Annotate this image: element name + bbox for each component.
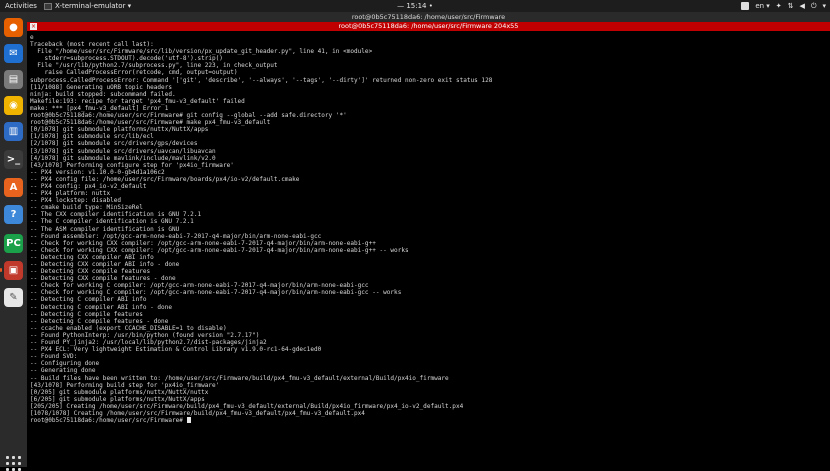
terminal-line: [11/1088] Generating uORB topic headers bbox=[30, 83, 172, 91]
terminal-line: [4/1078] git submodule mavlink/include/m… bbox=[30, 154, 216, 162]
terminal-line: -- Check for working C compiler: /opt/gc… bbox=[30, 282, 369, 290]
terminal-line: -- PX4 ECL: Very lightweight Estimation … bbox=[30, 346, 322, 354]
terminal-line: stderr=subprocess.STDOUT).decode('utf-8'… bbox=[30, 55, 223, 63]
terminal-line: -- Detecting C compiler ABI info bbox=[30, 296, 147, 304]
app-indicator-icon[interactable] bbox=[741, 2, 750, 10]
terminal-line: -- Detecting CXX compile features bbox=[30, 268, 151, 276]
terminal-line: -- Detecting C compile features bbox=[30, 310, 143, 318]
terminal-line: e bbox=[30, 34, 34, 41]
terminal-line: [6/205] git submodule platforms/nuttx/Nu… bbox=[30, 395, 205, 403]
terminal-line: -- cmake build type: MinSizeRel bbox=[30, 204, 143, 212]
show-applications-icon[interactable] bbox=[6, 456, 21, 471]
window-title[interactable]: root@0b5c75118da6: /home/user/src/Firmwa… bbox=[27, 12, 830, 22]
terminal-line: -- Detecting CXX compiler ABI info bbox=[30, 253, 154, 261]
terminal-line: -- Found PY_jinja2: /usr/local/lib/pytho… bbox=[30, 339, 267, 347]
network-icon[interactable]: ⇅ bbox=[788, 0, 794, 12]
terminal-line: -- Configuring done bbox=[30, 360, 100, 368]
app-menu[interactable]: X-terminal-emulator ▾ bbox=[44, 0, 131, 12]
terminal-line: -- Check for working CXX compiler: /opt/… bbox=[30, 246, 409, 254]
terminal-line: ninja: build stopped: subcommand failed. bbox=[30, 90, 176, 98]
terminal-line: -- Detecting C compiler ABI info - done bbox=[30, 303, 172, 311]
chevron-down-icon[interactable]: ▾ bbox=[822, 0, 826, 12]
accessibility-icon[interactable]: ✦ bbox=[776, 0, 782, 12]
terminal-window[interactable]: root@0b5c75118da6: /home/user/src/Firmwa… bbox=[27, 12, 830, 467]
app-menu-label: X-terminal-emulator ▾ bbox=[55, 2, 132, 10]
terminal-line: -- Build files have been written to: /ho… bbox=[30, 374, 449, 382]
terminal-line: subprocess.CalledProcessError: Command '… bbox=[30, 76, 493, 84]
terminal-line: [0/205] git submodule platforms/nuttx/Nu… bbox=[30, 388, 209, 396]
terminal-line: -- Found SVD: bbox=[30, 353, 78, 361]
terminal-tab-bar[interactable]: × root@0b5c75118da6: /home/user/src/Firm… bbox=[27, 22, 830, 31]
terminal-line: root@0b5c75118da6:/home/user/src/Firmwar… bbox=[30, 119, 271, 127]
terminal-cursor bbox=[186, 417, 191, 424]
terminal-line: -- The C compiler identification is GNU … bbox=[30, 218, 194, 226]
terminal-line: -- Check for working C compiler: /opt/gc… bbox=[30, 289, 402, 297]
terminal-line: -- Detecting CXX compile features - done bbox=[30, 275, 176, 283]
close-icon[interactable]: × bbox=[30, 23, 37, 30]
terminal-line: [43/1078] Performing build step for 'px4… bbox=[30, 381, 220, 389]
terminal-line: [43/1078] Performing configure step for … bbox=[30, 161, 234, 169]
terminal-line: [2/1078] git submodule src/drivers/gps/d… bbox=[30, 140, 198, 148]
terminal-line: -- Found assembler: /opt/gcc-arm-none-ea… bbox=[30, 232, 322, 240]
text-editor-icon[interactable]: ✎ bbox=[4, 288, 23, 307]
terminal-line: [1078/1078] Creating /home/user/src/Firm… bbox=[30, 409, 365, 417]
pycharm-icon[interactable]: PC bbox=[4, 234, 23, 253]
terminal-line: -- Generating done bbox=[30, 367, 96, 375]
terminal-line: -- Detecting CXX compiler ABI info - don… bbox=[30, 261, 180, 268]
terminal-line: [3/1078] git submodule src/drivers/uavca… bbox=[30, 147, 216, 155]
terminal-line: [0/1078] git submodule platforms/nuttx/N… bbox=[30, 126, 209, 134]
terminal-line: -- PX4 version: v1.10.0-0-gb4d1a106c2 bbox=[30, 168, 165, 176]
terminal-line: -- Found PythonInterp: /usr/bin/python (… bbox=[30, 331, 260, 339]
terminal-line: -- Check for working CXX compiler: /opt/… bbox=[30, 239, 376, 247]
power-icon[interactable]: ⏻ bbox=[811, 0, 817, 12]
x-terminal-icon[interactable]: ▣ bbox=[0, 261, 23, 280]
system-tray[interactable]: en ▾ ✦ ⇅ ◀ ⏻ ▾ bbox=[741, 0, 826, 12]
terminal-line: make: *** [px4_fmu-v3_default] Error 1 bbox=[30, 104, 169, 112]
terminal-line: File "/home/user/src/Firmware/src/lib/ve… bbox=[30, 48, 373, 56]
language-indicator[interactable]: en ▾ bbox=[755, 0, 769, 12]
terminal-app-icon bbox=[44, 2, 52, 10]
rhythmbox-icon[interactable]: ◉ bbox=[4, 96, 23, 115]
terminal-line: raise CalledProcessError(retcode, cmd, o… bbox=[30, 69, 238, 77]
top-panel: Activities X-terminal-emulator ▾ — 15:14… bbox=[0, 0, 830, 12]
terminal-line: [1/1078] git submodule src/lib/ecl bbox=[30, 133, 154, 141]
terminal-line: -- PX4 config file: /home/user/src/Firmw… bbox=[30, 175, 300, 183]
terminal-line: -- PX4 platform: nuttx bbox=[30, 190, 111, 198]
terminal-line: File "/usr/lib/python2.7/subprocess.py",… bbox=[30, 62, 278, 70]
terminal-line: -- PX4 config: px4_io-v2_default bbox=[30, 182, 147, 190]
terminal-line: root@0b5c75118da6:/home/user/src/Firmwar… bbox=[30, 417, 828, 424]
terminal-line: -- ccache enabled (export CCACHE_DISABLE… bbox=[30, 324, 227, 332]
terminal-line: Makefile:193: recipe for target 'px4_fmu… bbox=[30, 97, 245, 105]
thunderbird-icon[interactable]: ✉ bbox=[4, 44, 23, 63]
libreoffice-writer-icon[interactable]: ▥ bbox=[4, 122, 23, 141]
terminal-tab-title: root@0b5c75118da6: /home/user/src/Firmwa… bbox=[338, 22, 519, 30]
firefox-icon[interactable]: ● bbox=[4, 18, 23, 37]
activities-button[interactable]: Activities bbox=[5, 0, 37, 12]
volume-icon[interactable]: ◀ bbox=[800, 0, 805, 12]
terminal-output[interactable]: e Traceback (most recent call last): File… bbox=[30, 34, 828, 464]
terminal-line: -- Detecting C compile features - done bbox=[30, 317, 169, 325]
help-icon[interactable]: ? bbox=[4, 205, 23, 224]
terminal-icon[interactable]: >_ bbox=[4, 150, 23, 169]
dock: ● ✉ ▤ ◉ ▥ >_ A? PC ▣ ✎ bbox=[0, 12, 27, 471]
terminal-line: root@0b5c75118da6:/home/user/src/Firmwar… bbox=[30, 112, 347, 120]
terminal-line: -- The ASM compiler identification is GN… bbox=[30, 225, 180, 233]
terminal-line: -- PX4 lockstep: disabled bbox=[30, 197, 122, 205]
terminal-line: Traceback (most recent call last): bbox=[30, 41, 154, 49]
terminal-line: -- The CXX compiler identification is GN… bbox=[30, 211, 202, 219]
terminal-line: [205/205] Creating /home/user/src/Firmwa… bbox=[30, 402, 464, 410]
software-center-icon[interactable]: A bbox=[4, 178, 23, 197]
files-icon[interactable]: ▤ bbox=[4, 70, 23, 89]
